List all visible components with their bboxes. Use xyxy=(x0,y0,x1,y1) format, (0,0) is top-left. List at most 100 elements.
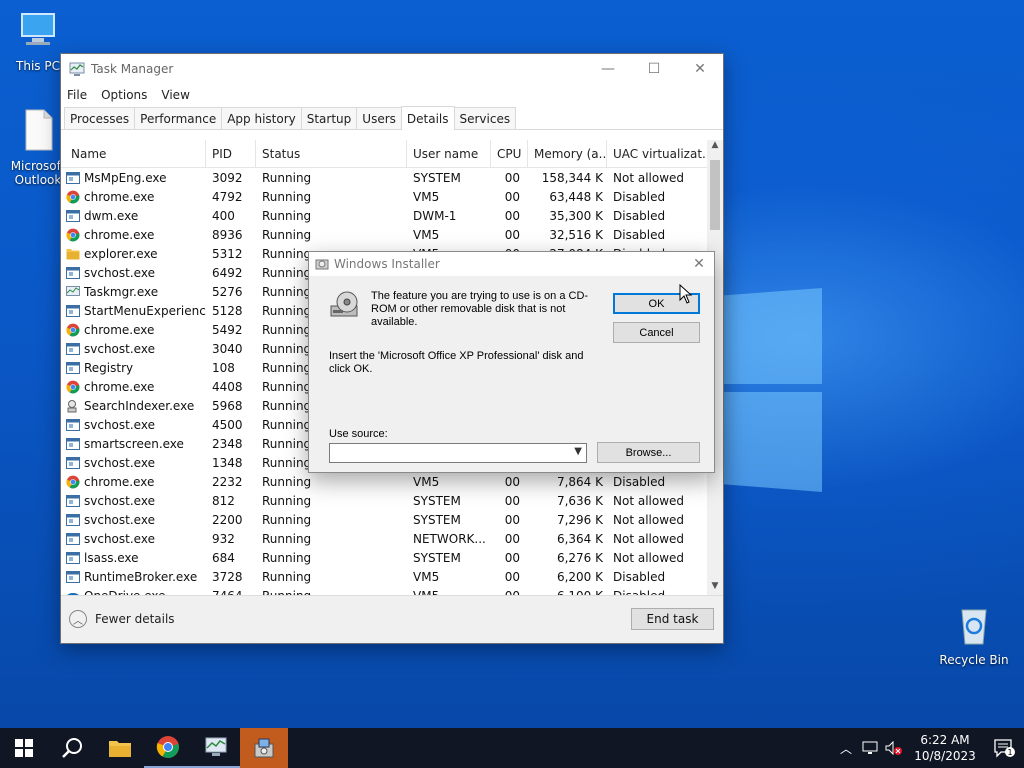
process-name: smartscreen.exe xyxy=(84,436,184,451)
fewer-details-button[interactable]: ︿ Fewer details xyxy=(69,610,175,628)
maximize-button[interactable]: ☐ xyxy=(631,54,677,84)
tab-services[interactable]: Services xyxy=(453,107,517,129)
table-row[interactable]: chrome.exe 4792 Running VM5 00 63,448 K Disabl… xyxy=(61,187,723,206)
desktop-icon-recycle-bin[interactable]: Recycle Bin xyxy=(938,602,1010,667)
file-explorer-taskbar-button[interactable] xyxy=(96,728,144,768)
minimize-button[interactable]: — xyxy=(585,54,631,84)
pid-cell: 5276 xyxy=(212,284,243,299)
pid-cell: 4500 xyxy=(212,417,243,432)
cpu-cell: 00 xyxy=(504,189,520,204)
folder-icon xyxy=(66,248,80,259)
notification-center-button[interactable]: 1 xyxy=(984,728,1024,768)
network-icon[interactable] xyxy=(858,728,882,768)
process-name: svchost.exe xyxy=(84,512,155,527)
uac-cell: Disabled xyxy=(613,227,666,242)
pid-cell: 108 xyxy=(212,360,235,375)
notification-icon: 1 xyxy=(994,739,1015,758)
pid-cell: 4792 xyxy=(212,189,243,204)
column-header-user[interactable]: User name xyxy=(407,140,491,168)
process-name: RuntimeBroker.exe xyxy=(84,569,198,584)
chrome-icon xyxy=(66,190,80,203)
table-row[interactable]: chrome.exe 2232 Running VM5 00 7,864 K Disable… xyxy=(61,472,723,491)
process-name: svchost.exe xyxy=(84,493,155,508)
column-header-status[interactable]: Status xyxy=(256,140,407,168)
tab-app-history[interactable]: App history xyxy=(221,107,302,129)
pid-cell: 1348 xyxy=(212,455,243,470)
process-name-cell: chrome.exe xyxy=(61,190,206,204)
column-header-cpu[interactable]: CPU xyxy=(491,140,528,168)
column-header-uac[interactable]: UAC virtualizat... xyxy=(607,140,707,168)
user-cell: VM5 xyxy=(413,227,440,242)
uac-cell: Not allowed xyxy=(613,170,685,185)
search-button[interactable] xyxy=(48,728,96,768)
chevron-up-icon[interactable]: ︿ xyxy=(834,728,858,768)
process-name: svchost.exe xyxy=(84,341,155,356)
table-row[interactable]: RuntimeBroker.exe 3728 Running VM5 00 6,200 K… xyxy=(61,567,723,586)
recycle-bin-icon xyxy=(961,609,987,645)
end-task-button[interactable]: End task xyxy=(631,608,714,630)
title-bar[interactable]: Task Manager — ☐ ✕ xyxy=(61,54,723,84)
status-cell: Running xyxy=(262,227,312,242)
tab-startup[interactable]: Startup xyxy=(300,107,358,129)
start-button[interactable] xyxy=(0,728,48,768)
browse-button[interactable]: Browse... xyxy=(597,442,700,463)
cancel-button[interactable]: Cancel xyxy=(613,322,700,343)
use-source-combobox[interactable]: ▼ xyxy=(329,443,587,463)
dialog-title: Windows Installer xyxy=(334,257,440,271)
process-name-cell: chrome.exe xyxy=(61,323,206,337)
dialog-title-bar[interactable]: Windows Installer ✕ xyxy=(309,252,714,276)
status-cell: Running xyxy=(262,569,312,584)
search-indexer-icon xyxy=(67,399,77,412)
close-button[interactable]: ✕ xyxy=(677,54,723,84)
process-name-cell: svchost.exe xyxy=(61,494,206,508)
chevron-up-icon: ︿ xyxy=(69,610,87,628)
process-icon xyxy=(66,266,80,279)
process-icon xyxy=(66,437,80,450)
chrome-taskbar-button[interactable] xyxy=(144,728,192,768)
table-row[interactable]: OneDrive.exe7464RunningVM5006,100 KDisab… xyxy=(61,586,723,595)
tab-performance[interactable]: Performance xyxy=(134,107,223,129)
tab-processes[interactable]: Processes xyxy=(64,107,136,129)
menu-view[interactable]: View xyxy=(161,88,189,102)
process-name-cell: StartMenuExperienc... xyxy=(61,304,206,318)
table-row[interactable]: dwm.exe 400 Running DWM-1 00 35,300 K Disabled xyxy=(61,206,723,225)
tab-users[interactable]: Users xyxy=(356,107,402,129)
uac-cell: Disabled xyxy=(613,474,666,489)
taskbar: ︿ 6:22 AM 10/8/2023 1 xyxy=(0,728,1024,768)
user-cell: VM5 xyxy=(413,474,440,489)
use-source-label: Use source: xyxy=(329,428,388,440)
status-cell: Running xyxy=(262,170,312,185)
table-row[interactable]: MsMpEng.exe 3092 Running SYSTEM 00 158,344 K N… xyxy=(61,168,723,187)
process-name: svchost.exe xyxy=(84,265,155,280)
volume-muted-icon[interactable] xyxy=(882,728,906,768)
table-row[interactable]: svchost.exe 2200 Running SYSTEM 00 7,296 K Not… xyxy=(61,510,723,529)
table-row[interactable]: svchost.exe 932 Running NETWORK... 00 6,364 K… xyxy=(61,529,723,548)
status-cell: Running xyxy=(262,474,312,489)
table-row[interactable]: chrome.exe 8936 Running VM5 00 32,516 K Disabl… xyxy=(61,225,723,244)
computer-icon xyxy=(21,13,55,45)
dialog-close-button[interactable]: ✕ xyxy=(684,256,714,272)
user-cell: NETWORK... xyxy=(413,531,486,546)
installer-taskbar-button[interactable] xyxy=(240,728,288,768)
menu-file[interactable]: File xyxy=(67,88,87,102)
tab-details[interactable]: Details xyxy=(400,106,455,130)
cpu-cell: 00 xyxy=(504,550,520,565)
user-cell: SYSTEM xyxy=(413,550,461,565)
chevron-down-icon[interactable]: ▼ xyxy=(574,446,582,457)
scroll-up-icon[interactable]: ▲ xyxy=(707,140,723,154)
process-name: Taskmgr.exe xyxy=(84,284,159,299)
table-row[interactable]: lsass.exe 684 Running SYSTEM 00 6,276 K Not al… xyxy=(61,548,723,567)
process-name: chrome.exe xyxy=(84,322,155,337)
memory-cell: 35,300 K xyxy=(549,208,603,223)
table-row[interactable]: svchost.exe 812 Running SYSTEM 00 7,636 K Not … xyxy=(61,491,723,510)
process-icon xyxy=(66,304,80,317)
column-header-memory[interactable]: Memory (a... xyxy=(528,140,607,168)
column-header-pid[interactable]: PID xyxy=(206,140,256,168)
task-manager-taskbar-button[interactable] xyxy=(192,728,240,768)
menu-options[interactable]: Options xyxy=(101,88,147,102)
scroll-down-icon[interactable]: ▼ xyxy=(707,581,723,595)
status-cell: Running xyxy=(262,189,312,204)
scroll-thumb[interactable] xyxy=(710,160,720,230)
column-header-name[interactable]: Name xyxy=(61,140,206,168)
clock[interactable]: 6:22 AM 10/8/2023 xyxy=(906,732,984,764)
